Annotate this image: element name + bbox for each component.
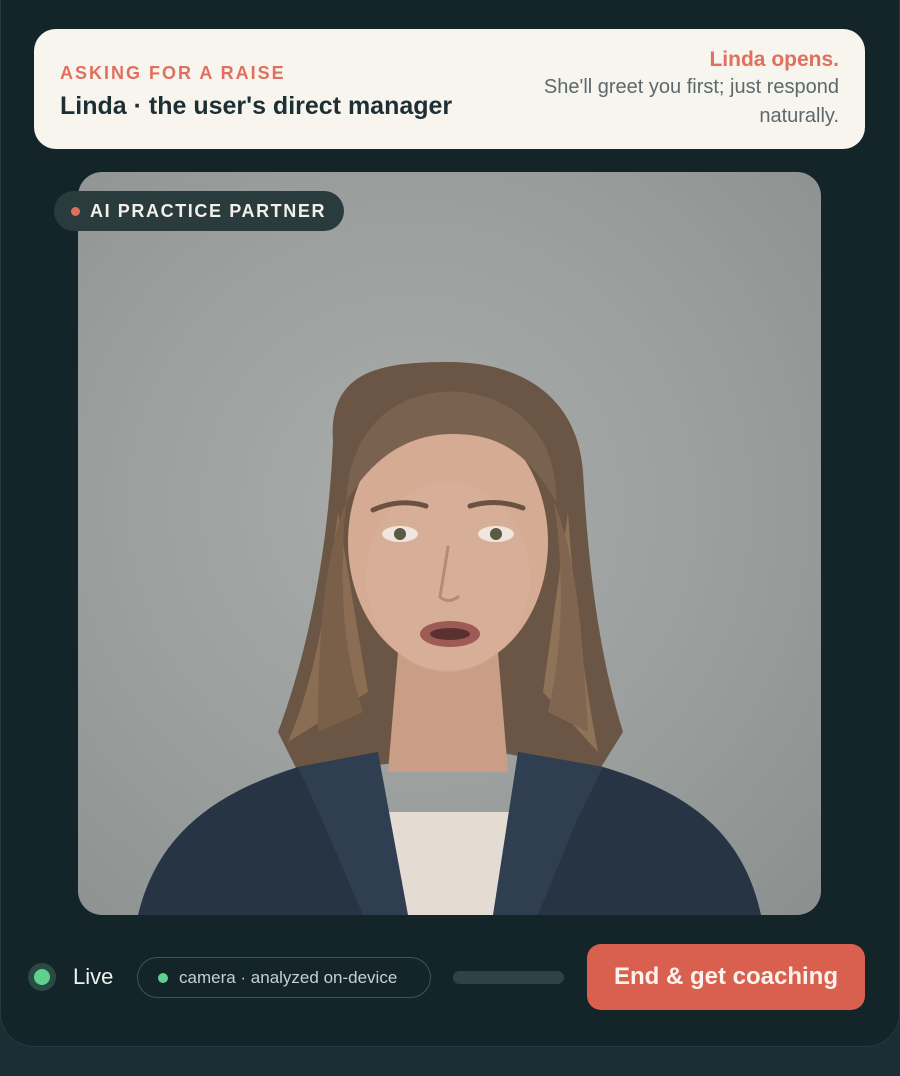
turn-hint: Linda opens. She'll greet you first; jus…: [539, 47, 839, 131]
turn-hint-body: She'll greet you first; just respond nat…: [543, 76, 839, 127]
scenario-title: Linda · the user's direct manager: [60, 92, 453, 120]
scenario-card: ASKING FOR A RAISE Linda · the user's di…: [34, 29, 865, 149]
end-and-get-coaching-button[interactable]: End & get coaching: [587, 944, 865, 1010]
camera-status-label: camera · analyzed on-device: [179, 967, 398, 987]
camera-dot-icon: [158, 972, 168, 983]
app-frame: ASKING FOR A RAISE Linda · the user's di…: [0, 0, 900, 1047]
ai-partner-badge: AI PRACTICE PARTNER: [54, 191, 345, 231]
live-dot-icon: [34, 969, 50, 985]
live-label: Live: [73, 964, 114, 989]
turn-hint-strong: Linda opens.: [709, 48, 839, 71]
live-status-icon: [28, 963, 56, 991]
partner-badge-label: AI PRACTICE PARTNER: [90, 200, 327, 221]
audio-level-meter: [453, 971, 564, 984]
camera-status-chip: camera · analyzed on-device: [137, 957, 431, 998]
recording-dot-icon: [71, 207, 80, 216]
partner-avatar-image: [138, 362, 761, 915]
scenario-eyebrow: ASKING FOR A RAISE: [60, 63, 286, 83]
partner-video: [78, 172, 821, 915]
